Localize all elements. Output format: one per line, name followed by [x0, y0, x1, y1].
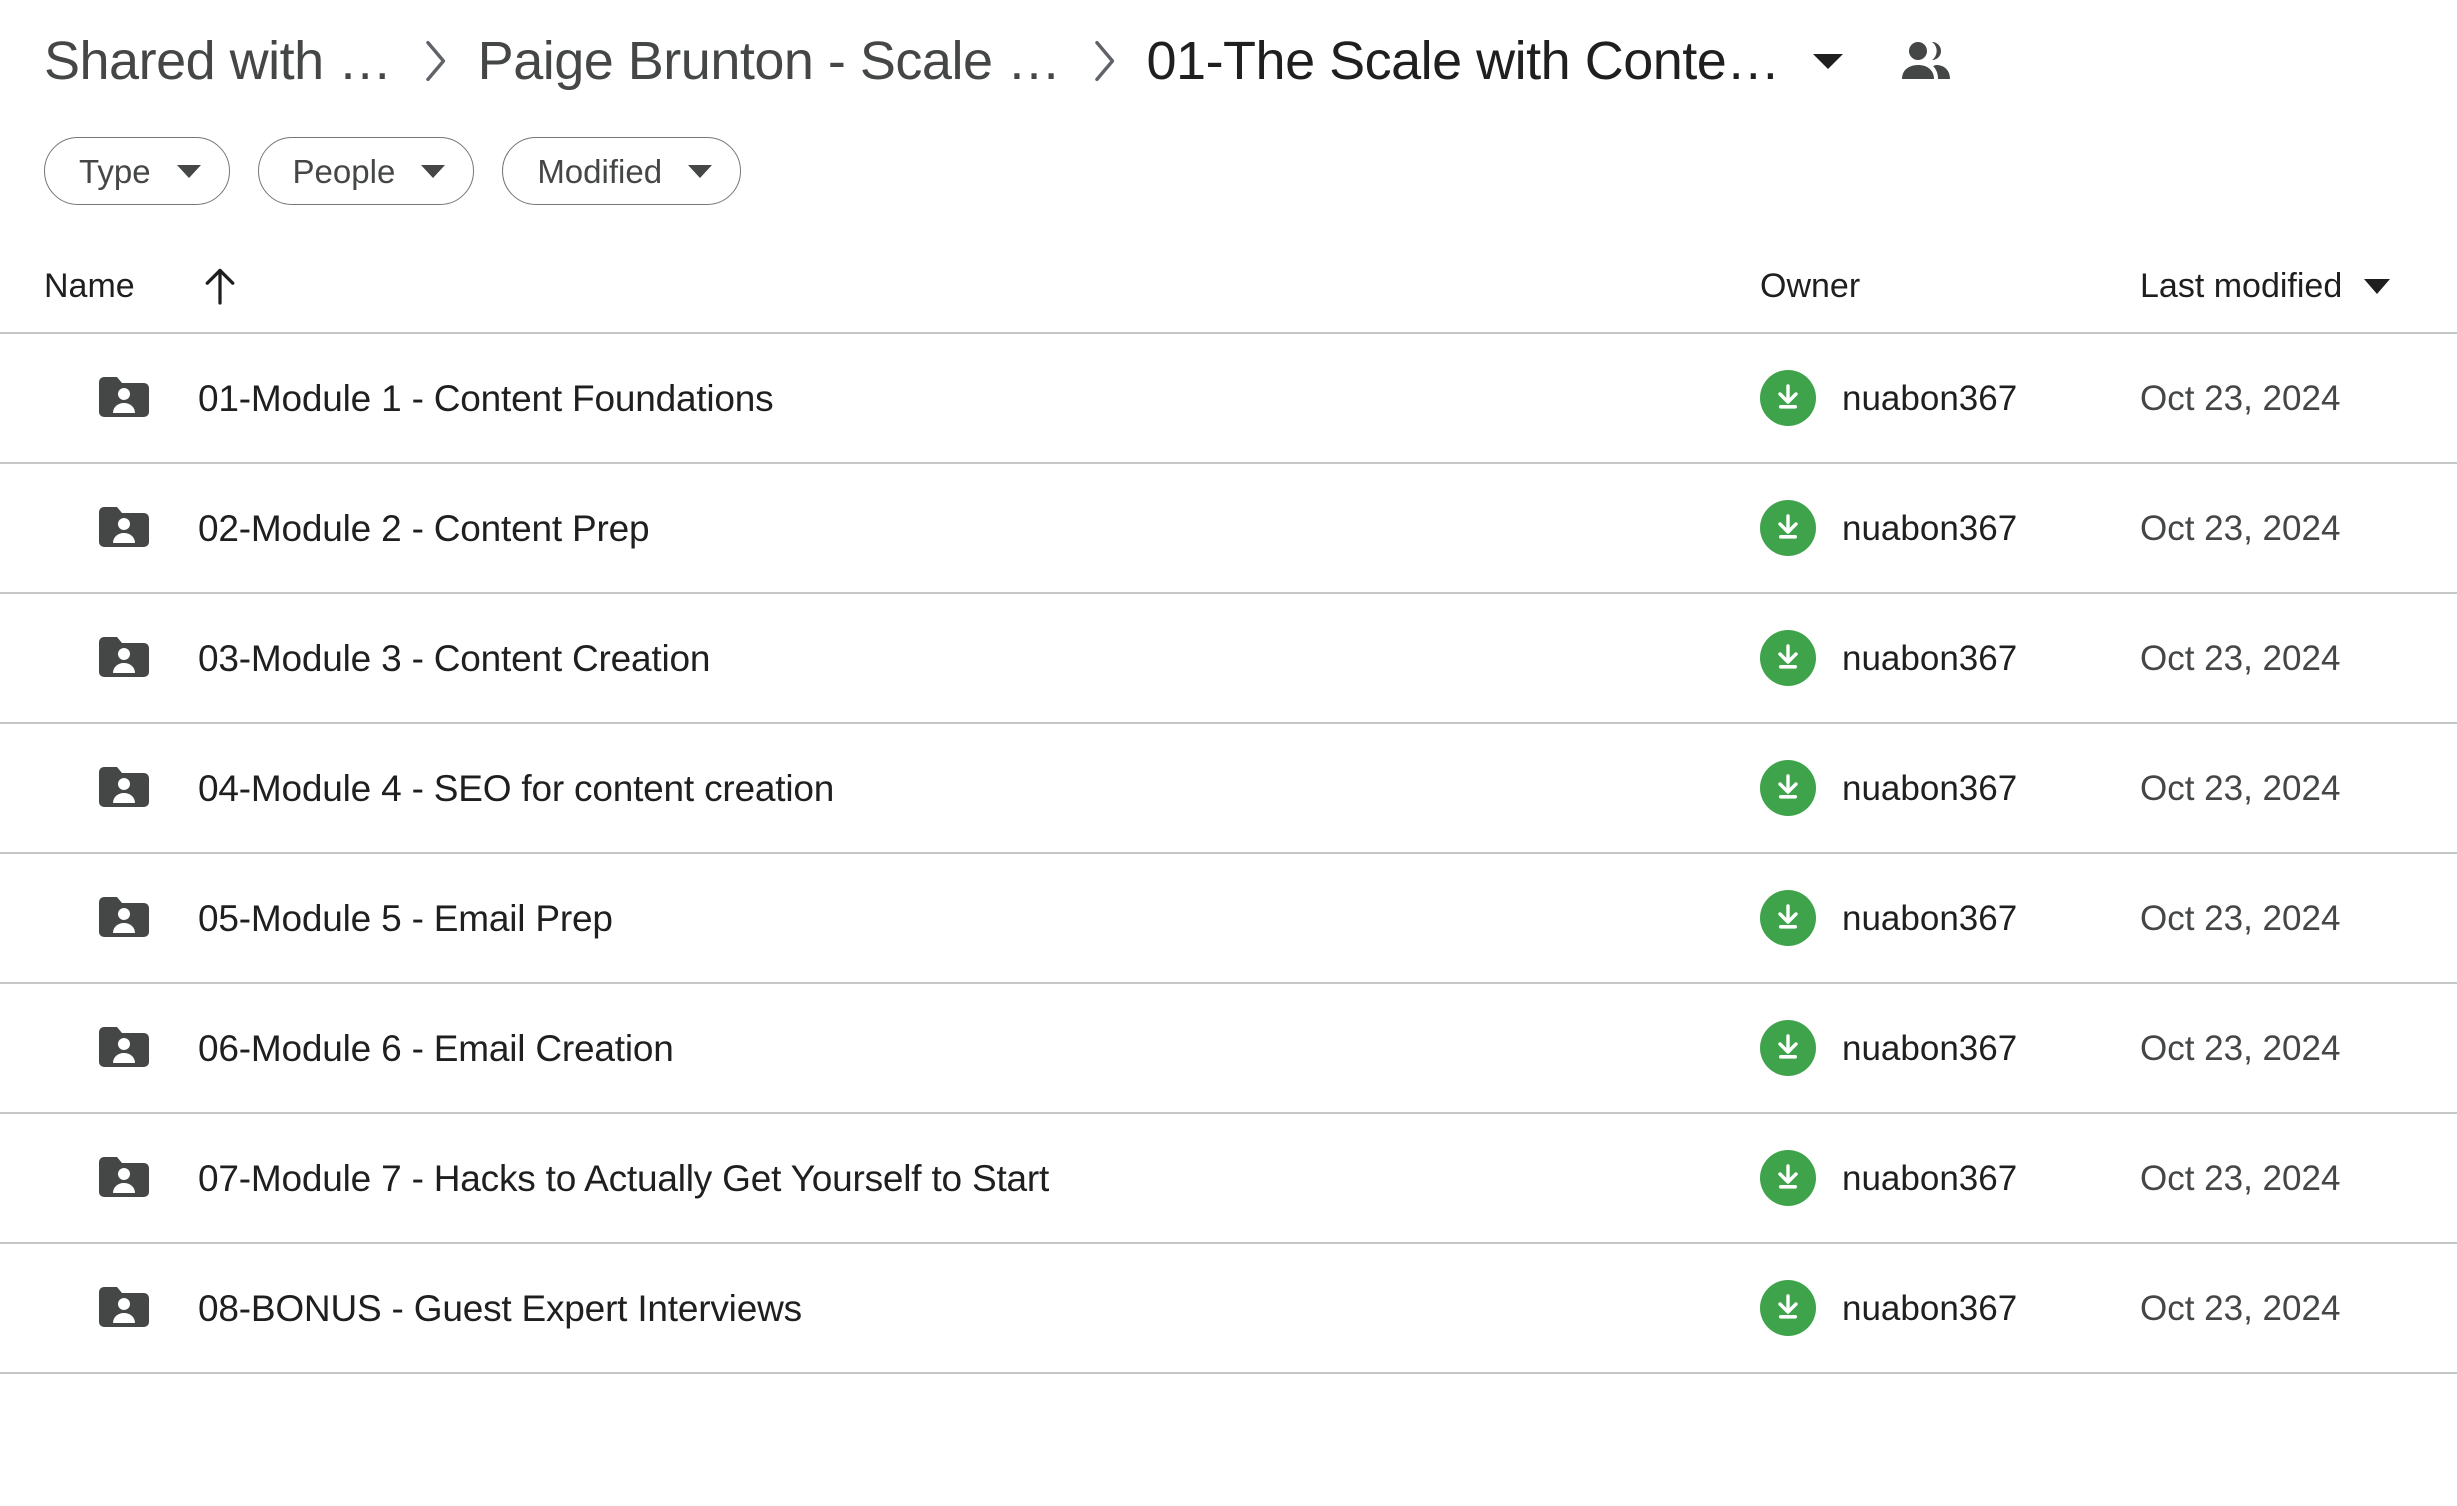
chevron-right-icon: [1061, 37, 1147, 85]
column-header-last-modified-label: Last modified: [2140, 267, 2343, 305]
file-name-label: 01-Module 1 - Content Foundations: [198, 377, 774, 419]
download-arrow-icon: [1760, 1020, 1816, 1076]
file-modified-cell: Oct 23, 2024: [2140, 378, 2341, 418]
table-row[interactable]: 02-Module 2 - Content Prep nuabon367 Oct…: [0, 464, 2457, 594]
file-modified-cell: Oct 23, 2024: [2140, 1288, 2341, 1328]
breadcrumb: Shared with … Paige Brunton - Scale … 01…: [0, 0, 2457, 122]
download-arrow-icon: [1760, 760, 1816, 816]
caret-down-icon[interactable]: [1806, 39, 1850, 83]
file-modified-cell: Oct 23, 2024: [2140, 508, 2341, 548]
table-row[interactable]: 01-Module 1 - Content Foundations nuabon…: [0, 334, 2457, 464]
file-name-label: 05-Module 5 - Email Prep: [198, 897, 613, 939]
file-list-table: Name Owner Last modified 01-Module 1 - C…: [0, 240, 2457, 1374]
filter-chip-type[interactable]: Type: [44, 137, 230, 205]
download-arrow-icon: [1760, 890, 1816, 946]
chevron-right-icon: [392, 37, 478, 85]
file-modified-cell: Oct 23, 2024: [2140, 1158, 2341, 1198]
table-row[interactable]: 04-Module 4 - SEO for content creation n…: [0, 724, 2457, 854]
caret-down-icon: [686, 162, 714, 180]
download-arrow-icon: [1760, 370, 1816, 426]
file-name-cell: 08-BONUS - Guest Expert Interviews: [44, 1280, 1760, 1336]
shared-folder-icon: [96, 1150, 152, 1206]
file-owner-cell: nuabon367: [1760, 630, 2140, 686]
file-name-cell: 03-Module 3 - Content Creation: [44, 630, 1760, 686]
breadcrumb-item-shared-with[interactable]: Shared with …: [44, 34, 392, 88]
table-header-row: Name Owner Last modified: [0, 240, 2457, 332]
file-name-cell: 05-Module 5 - Email Prep: [44, 890, 1760, 946]
file-owner-label: nuabon367: [1842, 1028, 2018, 1068]
file-owner-label: nuabon367: [1842, 378, 2018, 418]
shared-folder-icon: [96, 500, 152, 556]
file-owner-cell: nuabon367: [1760, 1020, 2140, 1076]
file-owner-cell: nuabon367: [1760, 1150, 2140, 1206]
caret-down-icon: [175, 162, 203, 180]
table-row[interactable]: 03-Module 3 - Content Creation nuabon367…: [0, 594, 2457, 724]
shared-folder-icon: [96, 1280, 152, 1336]
shared-folder-icon: [96, 1020, 152, 1076]
column-header-name-label: Name: [44, 267, 135, 305]
table-row[interactable]: 08-BONUS - Guest Expert Interviews nuabo…: [0, 1244, 2457, 1374]
caret-down-icon: [419, 162, 447, 180]
shared-folder-icon: [96, 630, 152, 686]
shared-folder-icon: [96, 890, 152, 946]
download-arrow-icon: [1760, 1150, 1816, 1206]
file-owner-label: nuabon367: [1842, 1158, 2018, 1198]
file-name-cell: 02-Module 2 - Content Prep: [44, 500, 1760, 556]
column-header-owner[interactable]: Owner: [1760, 269, 2140, 303]
file-modified-cell: Oct 23, 2024: [2140, 1028, 2341, 1068]
file-name-label: 04-Module 4 - SEO for content creation: [198, 767, 835, 809]
shared-folder-icon: [96, 760, 152, 816]
file-name-label: 03-Module 3 - Content Creation: [198, 637, 711, 679]
column-header-last-modified[interactable]: Last modified: [2140, 269, 2457, 303]
people-shared-icon[interactable]: [1896, 31, 1956, 91]
file-modified-cell: Oct 23, 2024: [2140, 768, 2341, 808]
download-arrow-icon: [1760, 630, 1816, 686]
breadcrumb-item-current-folder[interactable]: 01-The Scale with Conte…: [1147, 34, 1781, 88]
file-owner-label: nuabon367: [1842, 898, 2018, 938]
file-name-cell: 06-Module 6 - Email Creation: [44, 1020, 1760, 1076]
filter-chip-people-label: People: [292, 152, 396, 190]
file-owner-label: nuabon367: [1842, 638, 2018, 678]
filter-chip-row: Type People Modified: [0, 122, 2457, 220]
file-name-cell: 01-Module 1 - Content Foundations: [44, 370, 1760, 426]
column-header-name[interactable]: Name: [44, 266, 1760, 306]
file-owner-cell: nuabon367: [1760, 500, 2140, 556]
file-owner-cell: nuabon367: [1760, 760, 2140, 816]
file-owner-cell: nuabon367: [1760, 890, 2140, 946]
filter-chip-type-label: Type: [79, 152, 151, 190]
file-list-rows: 01-Module 1 - Content Foundations nuabon…: [0, 332, 2457, 1374]
file-name-label: 07-Module 7 - Hacks to Actually Get Your…: [198, 1157, 1050, 1199]
column-header-owner-label: Owner: [1760, 267, 1861, 305]
caret-down-icon: [2362, 276, 2392, 296]
download-arrow-icon: [1760, 500, 1816, 556]
file-name-label: 06-Module 6 - Email Creation: [198, 1027, 674, 1069]
download-arrow-icon: [1760, 1280, 1816, 1336]
file-owner-cell: nuabon367: [1760, 370, 2140, 426]
table-row[interactable]: 05-Module 5 - Email Prep nuabon367 Oct 2…: [0, 854, 2457, 984]
file-name-label: 02-Module 2 - Content Prep: [198, 507, 650, 549]
file-name-label: 08-BONUS - Guest Expert Interviews: [198, 1287, 802, 1329]
file-owner-cell: nuabon367: [1760, 1280, 2140, 1336]
file-name-cell: 07-Module 7 - Hacks to Actually Get Your…: [44, 1150, 1760, 1206]
file-owner-label: nuabon367: [1842, 768, 2018, 808]
filter-chip-modified[interactable]: Modified: [502, 137, 742, 205]
table-row[interactable]: 06-Module 6 - Email Creation nuabon367 O…: [0, 984, 2457, 1114]
shared-folder-icon: [96, 370, 152, 426]
arrow-up-icon: [203, 266, 237, 306]
file-modified-cell: Oct 23, 2024: [2140, 898, 2341, 938]
file-owner-label: nuabon367: [1842, 508, 2018, 548]
file-modified-cell: Oct 23, 2024: [2140, 638, 2341, 678]
file-owner-label: nuabon367: [1842, 1288, 2018, 1328]
filter-chip-modified-label: Modified: [537, 152, 663, 190]
filter-chip-people[interactable]: People: [257, 137, 475, 205]
table-row[interactable]: 07-Module 7 - Hacks to Actually Get Your…: [0, 1114, 2457, 1244]
file-name-cell: 04-Module 4 - SEO for content creation: [44, 760, 1760, 816]
breadcrumb-item-paige-brunton[interactable]: Paige Brunton - Scale …: [478, 34, 1061, 88]
